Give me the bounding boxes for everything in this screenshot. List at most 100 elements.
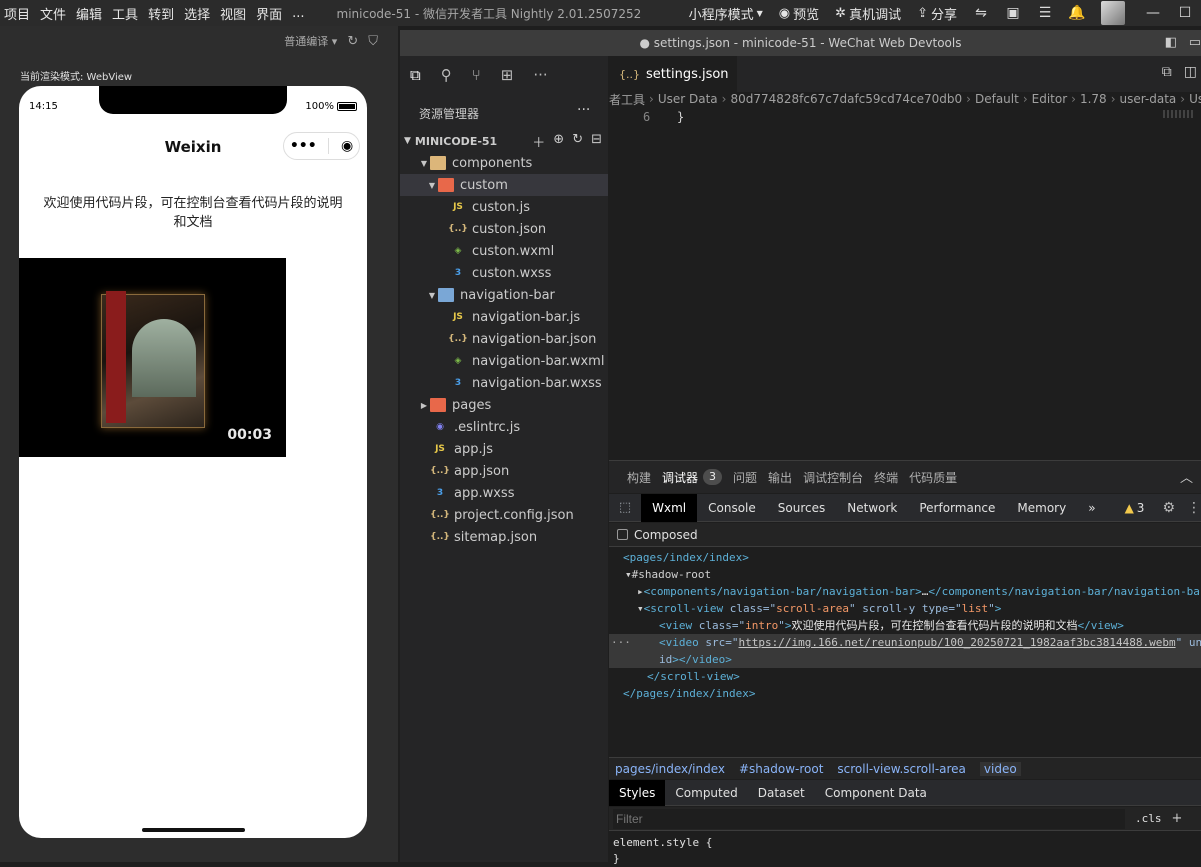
tree-item-navbar-wxml[interactable]: ◈ navigation-bar.wxml [400, 350, 608, 372]
tree-item-navigation-bar[interactable]: ▼ navigation-bar [400, 284, 608, 306]
tab-computed[interactable]: Computed [665, 780, 747, 806]
tab-build[interactable]: 构建 [627, 469, 662, 486]
tree-item-custon-json[interactable]: {..} custon.json [400, 218, 608, 240]
menu-project[interactable]: 项目 [0, 4, 36, 23]
tree-item-app-js[interactable]: JS app.js [400, 438, 608, 460]
compile-mode-select[interactable]: 普通编译 ▾ [284, 33, 337, 49]
more-tabs-button[interactable]: » [1077, 494, 1106, 522]
tab-styles[interactable]: Styles [609, 779, 666, 806]
tab-dataset[interactable]: Dataset [748, 780, 815, 806]
dom-crumb[interactable]: scroll-view.scroll-area [837, 762, 966, 776]
tab-debugger[interactable]: 调试器 3 [662, 469, 733, 486]
refresh-icon[interactable]: ↻ [572, 132, 583, 151]
dom-crumb[interactable]: pages/index/index [615, 762, 725, 776]
menu-edit[interactable]: 编辑 [72, 4, 108, 23]
tree-item-custon-js[interactable]: JS custon.js [400, 196, 608, 218]
breadcrumb-item[interactable]: Default [975, 92, 1019, 106]
menu-tools[interactable]: 工具 [108, 4, 144, 23]
dom-node-view-intro[interactable]: <view class="intro">欢迎使用代码片段，可在控制台查看代码片段… [659, 617, 1201, 634]
warnings-indicator[interactable]: ▲ 3 [1125, 501, 1145, 515]
tree-item-custom[interactable]: ▼ custom [400, 174, 608, 196]
tree-item-custon-wxml[interactable]: ◈ custon.wxml [400, 240, 608, 262]
composed-checkbox[interactable] [617, 529, 628, 540]
tree-item-project-config[interactable]: {..} project.config.json [400, 504, 608, 526]
tab-settings-json[interactable]: {..} settings.json [609, 56, 737, 92]
avatar[interactable] [1101, 1, 1125, 25]
add-rule-button[interactable]: + [1172, 811, 1183, 826]
tab-performance[interactable]: Performance [908, 494, 1006, 522]
breadcrumb-item[interactable]: Use [1189, 92, 1201, 106]
files-icon[interactable]: ⧉ [410, 66, 421, 84]
breadcrumb-item[interactable]: 1.78 [1080, 92, 1107, 106]
tree-item-navbar-wxss[interactable]: 3 navigation-bar.wxss [400, 372, 608, 394]
tab-problems[interactable]: 问题 [733, 469, 768, 486]
breadcrumb-item[interactable]: 80d774828fc67c7dafc59cd74ce70db0 [730, 92, 962, 106]
source-control-icon[interactable]: ⑂ [472, 66, 481, 84]
menu-select[interactable]: 选择 [180, 4, 216, 23]
share-button[interactable]: ⇪ 分享 [909, 4, 965, 23]
tree-item-components[interactable]: ▼ components [400, 152, 608, 174]
menu-file[interactable]: 文件 [36, 4, 72, 23]
video-player[interactable]: 00:03 [19, 258, 286, 457]
layout-icon[interactable]: ▣ [997, 0, 1029, 26]
tab-component-data[interactable]: Component Data [815, 780, 937, 806]
chevron-up-icon[interactable]: ︿ [1180, 467, 1193, 486]
tab-wxml[interactable]: Wxml [641, 493, 698, 522]
clear-cache-icon[interactable]: ⛉ [368, 34, 378, 49]
menu-view[interactable]: 视图 [216, 4, 252, 23]
dom-node-scroll-view[interactable]: ▾<scroll-view class="scroll-area" scroll… [637, 600, 1201, 617]
tree-item-custon-wxss[interactable]: 3 custon.wxss [400, 262, 608, 284]
kebab-menu-icon[interactable]: ⋮ [1187, 500, 1201, 516]
tab-sources[interactable]: Sources [767, 494, 836, 522]
more-dots-icon[interactable]: ••• [290, 138, 317, 154]
breadcrumb-item[interactable]: user-data [1120, 92, 1177, 106]
tab-code-quality[interactable]: 代码质量 [909, 469, 968, 486]
breadcrumb-item[interactable]: Editor [1032, 92, 1068, 106]
project-root[interactable]: ▼ MINICODE-51 ＋ ⊕ ↻ ⊟ [400, 130, 608, 152]
dom-node-navigation-bar[interactable]: ▸<components/navigation-bar/navigation-b… [637, 583, 1201, 600]
dom-crumb[interactable]: video [979, 761, 1021, 776]
tree-item-app-json[interactable]: {..} app.json [400, 460, 608, 482]
close-target-icon[interactable]: ◉ [341, 138, 353, 154]
dom-node-video-selected[interactable]: ··· <video src="https://img.166.net/reun… [609, 634, 1201, 668]
dom-node-scroll-close[interactable]: </scroll-view> [647, 668, 1201, 685]
video-src-link[interactable]: https://img.166.net/reunionpub/100_20250… [739, 636, 1176, 649]
maximize-icon[interactable]: ☐ [1169, 0, 1201, 26]
menu-goto[interactable]: 转到 [144, 4, 180, 23]
code-line[interactable]: 6 } [609, 110, 1201, 128]
tree-item-eslintrc[interactable]: ◉ .eslintrc.js [400, 416, 608, 438]
device-debug-button[interactable]: ✲ 真机调试 [827, 4, 909, 23]
element-style-rule[interactable]: element.style { } [613, 835, 712, 867]
preview-button[interactable]: ◉ 预览 [771, 4, 827, 23]
dom-node-pages-close[interactable]: </pages/index/index> [623, 685, 1201, 702]
panel-toggle-icon[interactable]: ▭ [1189, 30, 1201, 56]
tab-network[interactable]: Network [836, 494, 908, 522]
tree-item-app-wxss[interactable]: 3 app.wxss [400, 482, 608, 504]
tab-output[interactable]: 输出 [768, 469, 803, 486]
tree-item-navbar-json[interactable]: {..} navigation-bar.json [400, 328, 608, 350]
swap-icon[interactable]: ⇋ [965, 0, 997, 26]
menu-icon[interactable]: ☰ [1029, 0, 1061, 26]
bell-icon[interactable]: 🔔 [1061, 0, 1093, 26]
inspect-element-icon[interactable]: ⬚ [609, 500, 641, 515]
collapse-all-icon[interactable]: ⊟ [591, 132, 602, 151]
tree-item-sitemap[interactable]: {..} sitemap.json [400, 526, 608, 548]
sidebar-toggle-icon[interactable]: ◧ [1165, 30, 1177, 56]
minimize-icon[interactable]: — [1137, 0, 1169, 26]
minimap[interactable] [1163, 110, 1193, 118]
more-icon[interactable]: ··· [533, 66, 547, 84]
breadcrumb-item[interactable]: 者工具 [609, 91, 645, 108]
dom-node-shadow-root[interactable]: ▾#shadow-root [625, 566, 1201, 583]
new-folder-icon[interactable]: ⊕ [553, 132, 564, 151]
refresh-icon[interactable]: ↻ [347, 34, 358, 49]
cls-button[interactable]: .cls [1135, 812, 1162, 825]
menu-interface[interactable]: 界面 [252, 4, 288, 23]
tab-terminal[interactable]: 终端 [874, 469, 909, 486]
new-file-icon[interactable]: ＋ [532, 132, 545, 151]
explorer-more-icon[interactable]: ··· [577, 102, 590, 118]
extensions-icon[interactable]: ⊞ [501, 66, 514, 84]
dom-crumb[interactable]: #shadow-root [739, 762, 823, 776]
tab-debug-console[interactable]: 调试控制台 [803, 469, 874, 486]
tab-console[interactable]: Console [697, 494, 767, 522]
menu-more[interactable]: ... [288, 6, 310, 21]
